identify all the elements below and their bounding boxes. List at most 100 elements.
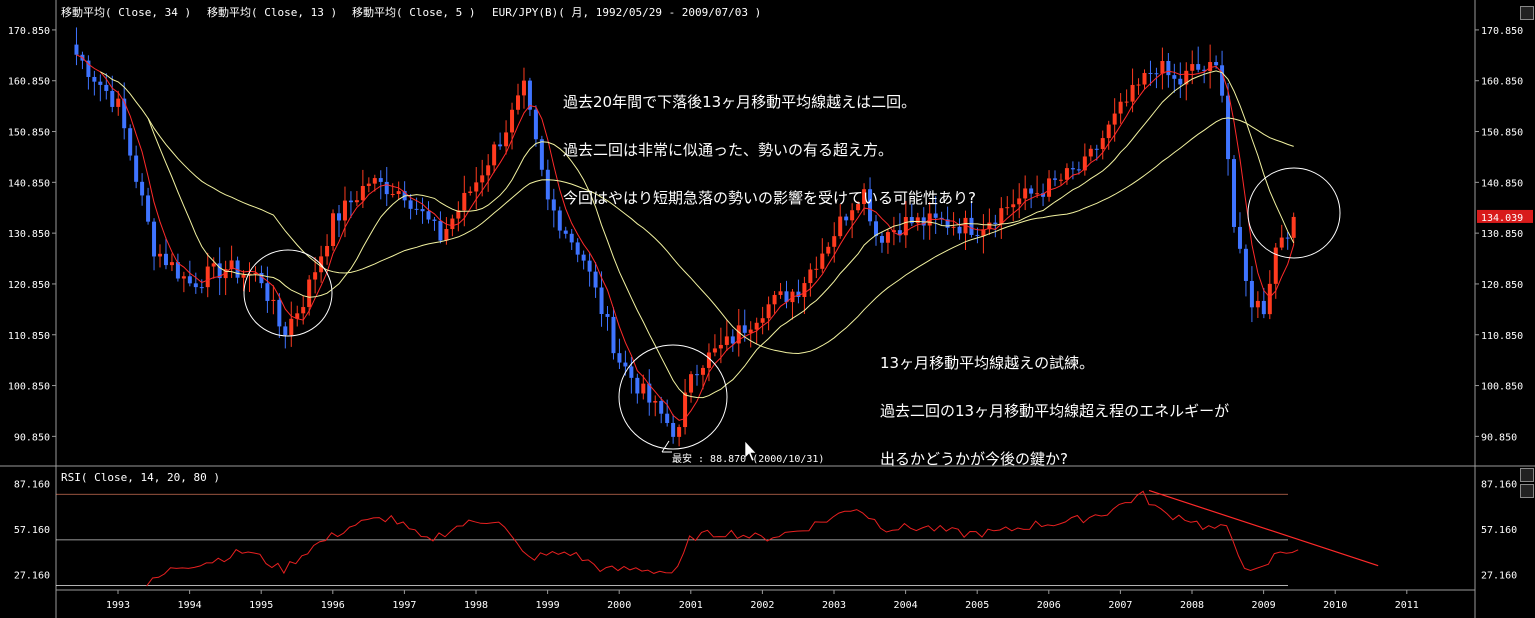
right-note: 13ヶ月移動平均線越えの試練。 過去二回の13ヶ月移動平均線超え程のエネルギーが… xyxy=(880,323,1229,499)
current-price-label: 134.039 xyxy=(1481,213,1523,224)
candle-down xyxy=(1053,178,1058,180)
candle-up xyxy=(1011,204,1016,208)
candle-down xyxy=(104,84,109,91)
price-tick-label: 160.850 xyxy=(8,77,50,88)
candle-up xyxy=(1106,124,1111,139)
candle-up xyxy=(766,304,771,319)
candle-down xyxy=(581,254,586,261)
candle-up xyxy=(1112,113,1117,125)
rsi-tick-label: 27.160 xyxy=(14,571,50,582)
candle-up xyxy=(1267,283,1272,315)
candle-down xyxy=(742,325,747,333)
candle-down xyxy=(617,353,622,363)
candle-up xyxy=(390,194,395,196)
panel-close-button[interactable] xyxy=(1520,484,1534,498)
candle-up xyxy=(778,291,783,295)
candle-up xyxy=(802,283,807,297)
candle-up xyxy=(1291,216,1296,238)
candle-up xyxy=(641,383,646,394)
candle-down xyxy=(1285,237,1290,239)
candle-up xyxy=(1124,101,1129,103)
candle-up xyxy=(331,213,336,247)
candle-down xyxy=(545,169,550,200)
candle-down xyxy=(1172,75,1177,79)
candle-up xyxy=(1190,64,1195,71)
candle-down xyxy=(1261,300,1266,315)
time-tick-label: 2007 xyxy=(1108,600,1132,611)
candle-down xyxy=(557,210,562,231)
candle-down xyxy=(593,271,598,288)
candle-down xyxy=(420,209,425,212)
candle-down xyxy=(98,81,103,85)
right-note-line: 過去二回の13ヶ月移動平均線超え程のエネルギーが xyxy=(880,402,1230,420)
candle-up xyxy=(700,367,705,375)
time-tick-label: 2006 xyxy=(1037,600,1061,611)
rsi-tick-label: 57.160 xyxy=(1481,525,1517,536)
price-tick-label: 160.850 xyxy=(1481,77,1523,88)
candle-up xyxy=(1023,188,1028,199)
candle-down xyxy=(659,401,664,414)
panel-close-button[interactable] xyxy=(1520,468,1534,482)
candle-down xyxy=(551,199,556,211)
candle-up xyxy=(706,352,711,368)
rsi-trend-line xyxy=(1148,489,1379,567)
candle-up xyxy=(325,246,330,257)
candle-up xyxy=(289,318,294,336)
candle-down xyxy=(623,362,628,367)
chart-window: 移動平均( Close, 34 ) 移動平均( Close, 13 ) 移動平均… xyxy=(0,0,1535,618)
time-tick-label: 2010 xyxy=(1323,600,1347,611)
low-price-label: 最安 : 88.870 (2000/10/31) xyxy=(672,454,825,465)
rsi-tick-label: 87.160 xyxy=(1481,479,1517,490)
candle-down xyxy=(152,221,157,257)
candle-up xyxy=(1088,148,1093,157)
candle-down xyxy=(1029,188,1034,194)
candle-down xyxy=(635,377,640,394)
candle-up xyxy=(1118,101,1123,114)
price-tick-label: 130.850 xyxy=(8,229,50,240)
candle-up xyxy=(724,336,729,345)
price-tick-label: 170.850 xyxy=(1481,26,1523,37)
rsi-tick-label: 87.160 xyxy=(14,479,50,490)
candle-up xyxy=(313,272,318,280)
price-tick-label: 140.850 xyxy=(8,178,50,189)
candle-up xyxy=(241,274,246,278)
candle-down xyxy=(92,76,97,82)
time-tick-label: 2008 xyxy=(1180,600,1204,611)
candle-up xyxy=(1035,193,1040,195)
candle-up xyxy=(271,299,276,301)
price-tick-label: 110.850 xyxy=(1481,331,1523,342)
candle-up xyxy=(307,279,312,308)
candle-down xyxy=(611,316,616,354)
candle-down xyxy=(533,109,538,140)
candle-up xyxy=(653,401,658,403)
candle-down xyxy=(975,234,980,236)
candle-down xyxy=(337,213,342,221)
candle-up xyxy=(480,175,485,183)
time-tick-label: 2005 xyxy=(965,600,989,611)
candle-down xyxy=(414,208,419,210)
candle-down xyxy=(1243,248,1248,281)
top-note-line: 過去二回は非常に似通った、勢いの有る超え方。 xyxy=(563,141,894,159)
candle-down xyxy=(432,219,437,221)
candle-down xyxy=(587,260,592,272)
time-tick-label: 2011 xyxy=(1395,600,1419,611)
time-tick-label: 1999 xyxy=(536,600,560,611)
candle-up xyxy=(1017,198,1022,205)
candle-down xyxy=(265,283,270,301)
time-tick-label: 1993 xyxy=(106,600,130,611)
candle-up xyxy=(772,294,777,305)
price-tick-label: 170.850 xyxy=(8,26,50,37)
candle-down xyxy=(575,242,580,255)
candle-down xyxy=(1178,78,1183,85)
candle-up xyxy=(754,322,759,330)
candle-down xyxy=(1094,148,1099,150)
candle-down xyxy=(671,422,676,437)
candle-down xyxy=(348,200,353,203)
candle-up xyxy=(181,276,186,279)
candle-up xyxy=(462,192,467,211)
time-tick-label: 2009 xyxy=(1252,600,1276,611)
candle-up xyxy=(211,263,216,267)
candle-down xyxy=(1232,159,1237,227)
candle-down xyxy=(187,276,192,284)
panel-close-button[interactable] xyxy=(1520,6,1534,20)
